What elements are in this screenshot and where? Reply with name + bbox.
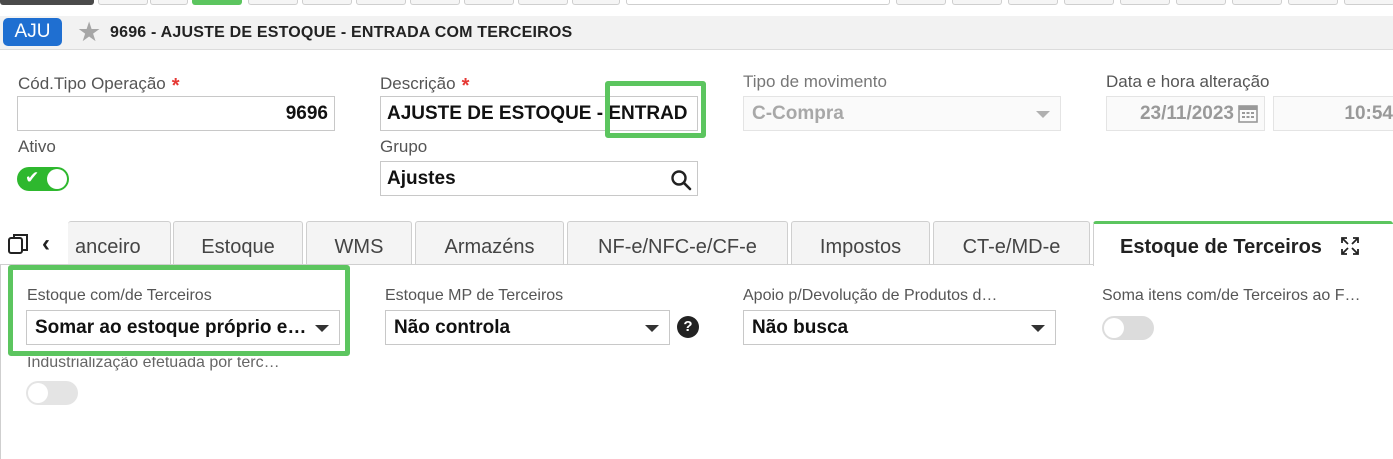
toolbar-button[interactable]: [896, 0, 946, 5]
toggle-knob: [1104, 318, 1124, 338]
descricao-label: Descrição *: [380, 74, 470, 97]
toolbar-button[interactable]: [464, 0, 514, 5]
page-title: 9696 - AJUSTE DE ESTOQUE - ENTRADA COM T…: [110, 24, 573, 41]
expand-icon[interactable]: [1340, 236, 1360, 256]
estoque-mp-label: Estoque MP de Terceiros: [385, 287, 564, 304]
toolbar-button[interactable]: [1008, 0, 1058, 5]
toolbar-button[interactable]: [98, 0, 148, 5]
data-alteracao-label: Data e hora alteração: [1106, 72, 1270, 91]
toolbar-button[interactable]: [1064, 0, 1114, 5]
favorite-star-icon[interactable]: ★: [77, 16, 101, 48]
calendar-icon: [1238, 103, 1258, 123]
toolbar-button[interactable]: [192, 0, 242, 5]
soma-itens-toggle[interactable]: [1102, 316, 1154, 340]
toolbar-button[interactable]: [302, 0, 352, 5]
estoque-mp-value: Não controla: [394, 317, 511, 338]
tab-wms[interactable]: WMS: [306, 221, 412, 265]
toolbar-search[interactable]: [626, 0, 890, 5]
toolbar-button[interactable]: [518, 0, 568, 5]
toolbar-button[interactable]: [952, 0, 1002, 5]
estoque-terceiros-highlight: [8, 265, 350, 356]
toolbar-button[interactable]: [410, 0, 460, 5]
estoque-mp-select[interactable]: Não controla: [385, 310, 670, 345]
tab-armazens[interactable]: Armazéns: [415, 221, 564, 265]
grupo-label: Grupo: [380, 137, 428, 156]
toolbar-button[interactable]: [1176, 0, 1226, 5]
toolbar-button[interactable]: [1288, 0, 1338, 5]
content-border: [0, 265, 1, 459]
toolbar-button[interactable]: [572, 0, 620, 5]
toolbar-button[interactable]: [1120, 0, 1170, 5]
grupo-input[interactable]: Ajustes: [380, 161, 698, 196]
tab-estoque[interactable]: Estoque: [173, 221, 303, 265]
apoio-devolucao-select[interactable]: Não busca: [743, 310, 1056, 345]
hora-alteracao-input: 10:54: [1273, 96, 1393, 131]
check-icon: ✔: [25, 168, 40, 187]
descricao-highlight: [605, 81, 706, 138]
toolbar-button[interactable]: [150, 0, 188, 5]
tipo-movimento-select: C-Compra: [743, 96, 1061, 131]
help-icon[interactable]: ?: [677, 316, 699, 338]
cod-tipo-input[interactable]: 9696: [17, 96, 335, 131]
industrializacao-label: Industrialização efetuada por terc…: [27, 354, 280, 371]
tab-cte[interactable]: CT-e/MD-e: [933, 221, 1090, 265]
soma-itens-label: Soma itens com/de Terceiros ao F…: [1102, 287, 1361, 304]
tab-impostos[interactable]: Impostos: [791, 221, 930, 265]
chevron-down-icon: [1036, 111, 1050, 118]
chevron-down-icon: [645, 325, 659, 332]
apoio-devolucao-label: Apoio p/Devolução de Produtos d…: [743, 287, 998, 304]
chevron-down-icon: [1031, 325, 1045, 332]
toolbar-button[interactable]: [356, 0, 406, 5]
copy-icon[interactable]: [7, 232, 31, 256]
toggle-knob: [47, 169, 67, 189]
tab-estoque-terceiros-label: Estoque de Terceiros: [1120, 236, 1322, 258]
tab-financeiro[interactable]: anceiro: [68, 221, 171, 265]
cod-tipo-label: Cód.Tipo Operação *: [18, 74, 180, 97]
required-mark: *: [461, 75, 470, 97]
chevron-left-icon[interactable]: ‹: [42, 232, 50, 256]
tipo-movimento-label: Tipo de movimento: [743, 72, 887, 91]
search-icon[interactable]: [670, 169, 692, 191]
tab-nfe[interactable]: NF-e/NFC-e/CF-e: [567, 221, 788, 265]
industrializacao-toggle[interactable]: [26, 381, 78, 405]
ativo-label: Ativo: [18, 137, 56, 156]
screen-badge[interactable]: AJU: [3, 18, 62, 46]
tipo-movimento-value: C-Compra: [752, 103, 844, 124]
toggle-knob: [28, 383, 48, 403]
toolbar-button[interactable]: [248, 0, 298, 5]
required-mark: *: [171, 75, 180, 97]
toolbar-button[interactable]: [1344, 0, 1393, 5]
apoio-devolucao-value: Não busca: [752, 317, 849, 338]
toolbar-button[interactable]: [1232, 0, 1282, 5]
toolbar-button[interactable]: [0, 0, 94, 5]
ativo-toggle[interactable]: ✔: [17, 167, 69, 191]
